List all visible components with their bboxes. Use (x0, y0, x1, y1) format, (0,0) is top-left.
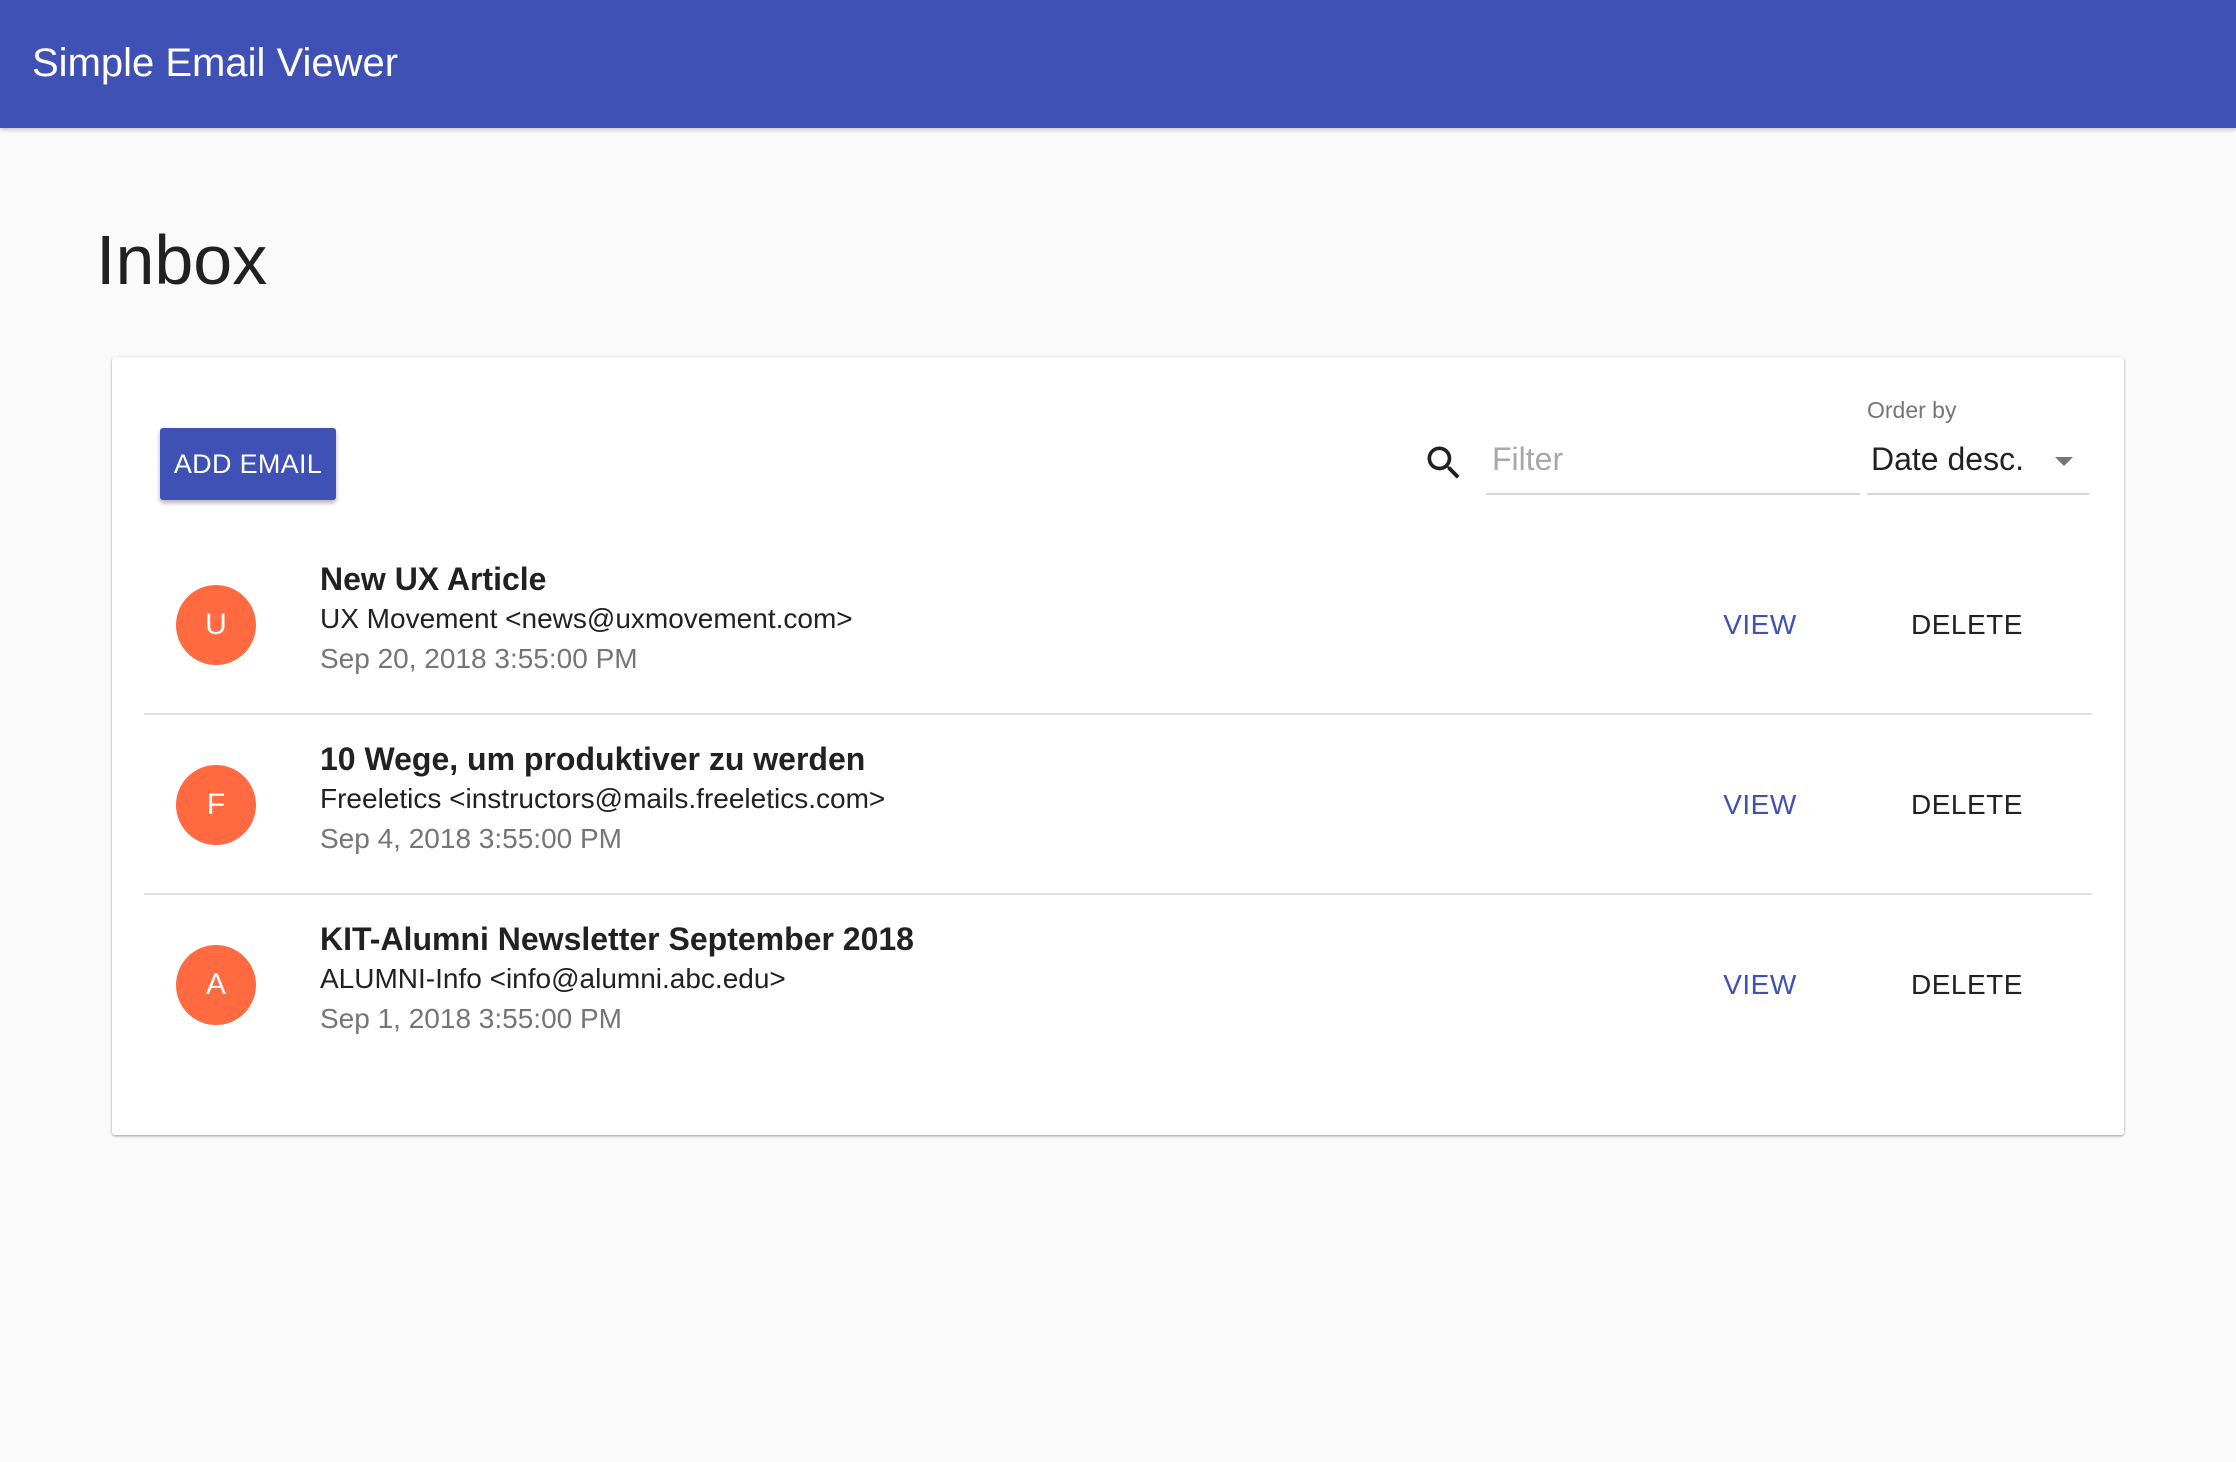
avatar: F (176, 765, 256, 845)
email-row: A KIT-Alumni Newsletter September 2018 A… (144, 895, 2092, 1073)
filter-input[interactable] (1486, 431, 1862, 487)
email-date: Sep 4, 2018 3:55:00 PM (320, 823, 622, 854)
email-sender: Freeletics <instructors@mails.freeletics… (320, 783, 886, 814)
add-email-button[interactable]: ADD EMAIL (160, 428, 336, 500)
email-subject: KIT-Alumni Newsletter September 2018 (320, 921, 914, 957)
delete-button[interactable]: DELETE (1892, 953, 2042, 1017)
avatar: A (176, 945, 256, 1025)
email-subject: New UX Article (320, 561, 547, 597)
app-bar: Simple Email Viewer (0, 0, 2236, 128)
email-row: U New UX Article UX Movement <news@uxmov… (144, 535, 2092, 715)
view-button[interactable]: VIEW (1692, 953, 1828, 1017)
email-row: F 10 Wege, um produktiver zu werden Free… (144, 715, 2092, 895)
arrow-drop-down-icon (2055, 457, 2073, 466)
email-sender: UX Movement <news@uxmovement.com> (320, 603, 853, 634)
order-by-value: Date desc. (1871, 441, 2024, 477)
filter-field (1486, 431, 1862, 495)
inbox-card: ADD EMAIL Order by Date desc. U New UX A… (112, 357, 2124, 1135)
avatar: U (176, 585, 256, 665)
app-title: Simple Email Viewer (32, 41, 399, 85)
view-button[interactable]: VIEW (1692, 593, 1828, 657)
delete-button[interactable]: DELETE (1892, 773, 2042, 837)
email-sender: ALUMNI-Info <info@alumni.abc.edu> (320, 963, 786, 994)
order-by-select[interactable]: Date desc. (1867, 431, 2089, 495)
page-title: Inbox (96, 221, 268, 299)
order-by-label: Order by (1867, 397, 1957, 423)
email-date: Sep 20, 2018 3:55:00 PM (320, 643, 638, 674)
email-date: Sep 1, 2018 3:55:00 PM (320, 1003, 622, 1034)
delete-button[interactable]: DELETE (1892, 593, 2042, 657)
email-list: U New UX Article UX Movement <news@uxmov… (144, 535, 2092, 1073)
search-icon (1427, 446, 1460, 479)
email-subject: 10 Wege, um produktiver zu werden (320, 741, 866, 777)
view-button[interactable]: VIEW (1692, 773, 1828, 837)
